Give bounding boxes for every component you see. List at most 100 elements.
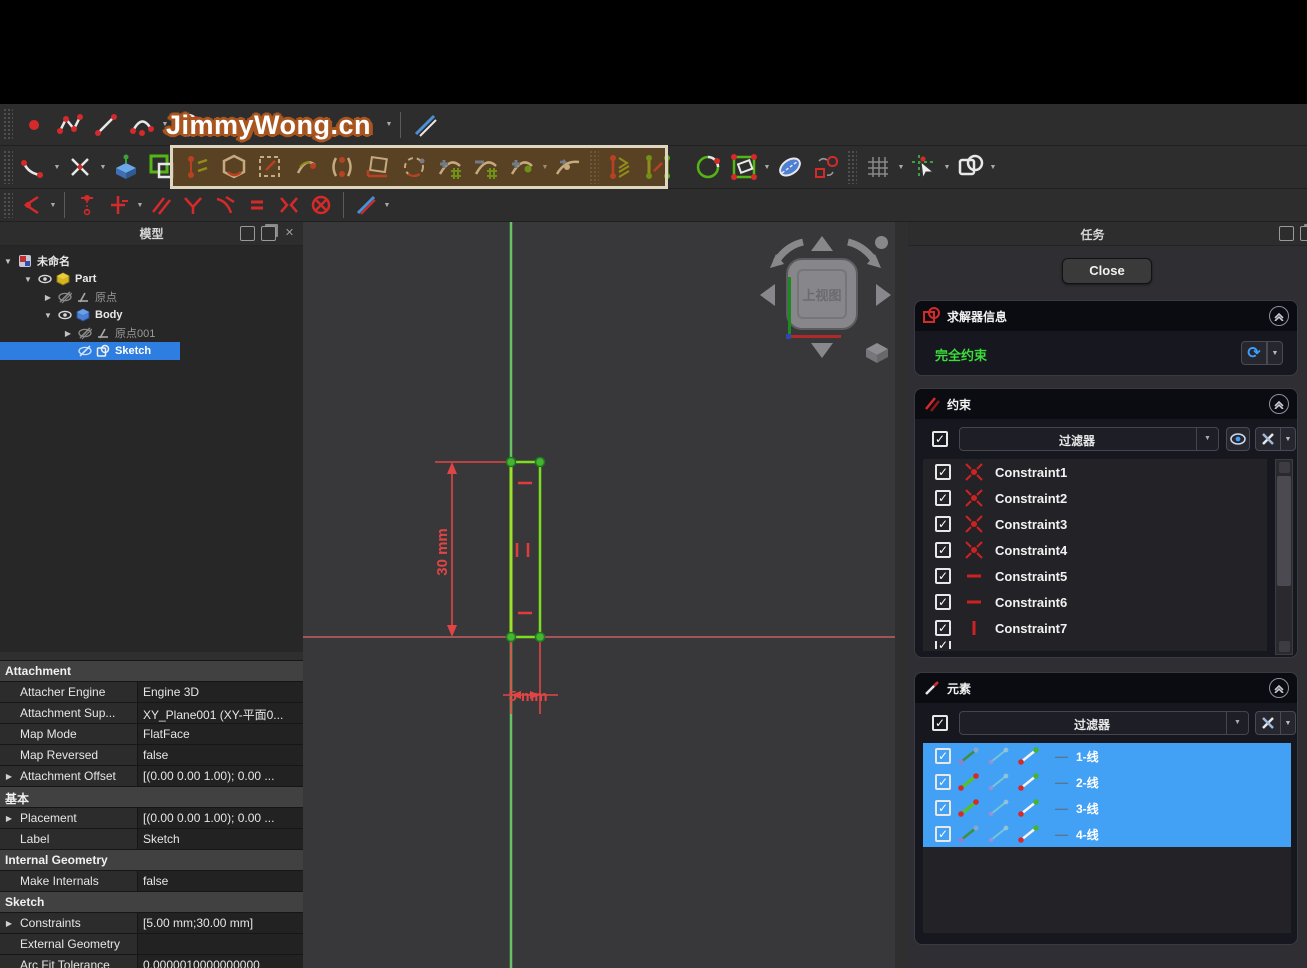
panel-float-icon[interactable] xyxy=(261,226,276,241)
constraints-settings-button[interactable] xyxy=(1255,427,1281,451)
dimension-tool-icon[interactable] xyxy=(410,110,440,140)
tree-item-origin[interactable]: ▶ 原点 xyxy=(0,288,303,306)
vertex-top-right[interactable] xyxy=(536,458,545,467)
hidden-eye-icon[interactable] xyxy=(78,326,92,340)
visible-eye-icon[interactable] xyxy=(38,272,52,286)
constraint-row[interactable]: ✓Constraint6 xyxy=(923,589,1267,615)
constraint-equal-icon[interactable] xyxy=(244,192,270,218)
constraints-section-header[interactable]: 约束 xyxy=(915,389,1297,419)
vertex-bottom-right[interactable] xyxy=(536,633,545,642)
property-value[interactable] xyxy=(138,934,303,954)
property-row[interactable]: Map Reversedfalse xyxy=(0,745,303,766)
scroll-down-button[interactable] xyxy=(1279,641,1290,652)
toolbar-grip[interactable] xyxy=(3,108,13,141)
constraint-parallel-icon[interactable] xyxy=(148,192,174,218)
property-value[interactable]: XY_Plane001 (XY-平面0... xyxy=(138,703,303,723)
property-row[interactable]: Attachment Sup...XY_Plane001 (XY-平面0... xyxy=(0,703,303,724)
grid-toggle-icon[interactable] xyxy=(863,152,893,182)
expander-icon[interactable]: ▼ xyxy=(42,311,54,320)
rotate-cw-arrow[interactable] xyxy=(848,242,875,262)
snap-toggle-icon[interactable] xyxy=(909,152,939,182)
settings-dropdown-arrow[interactable]: ▼ xyxy=(1281,711,1296,735)
expander-icon[interactable]: ▶ xyxy=(0,913,18,933)
property-row[interactable]: ▶Attachment Offset[(0.00 0.00 1.00); 0.0… xyxy=(0,766,303,787)
property-value[interactable]: [(0.00 0.00 1.00); 0.00 ... xyxy=(138,808,303,828)
property-value[interactable]: Engine 3D xyxy=(138,682,303,702)
panel-close-icon[interactable]: ✕ xyxy=(282,226,297,241)
constraint-marks[interactable] xyxy=(517,483,532,613)
dimension-5mm[interactable]: 5 mm xyxy=(503,640,558,714)
bspline-periodic-icon[interactable] xyxy=(399,152,429,182)
iso-cube-icon[interactable] xyxy=(864,341,890,365)
bspline-join-curves-icon[interactable] xyxy=(553,152,583,182)
trim-edge-icon[interactable] xyxy=(65,152,95,182)
constraint-symmetric-icon[interactable] xyxy=(276,192,302,218)
create-line-icon[interactable] xyxy=(91,110,121,140)
constraint-checkbox[interactable]: ✓ xyxy=(935,542,951,558)
solver-section-header[interactable]: 求解器信息 xyxy=(915,301,1297,331)
constraint-tangent-icon[interactable] xyxy=(212,192,238,218)
property-group-basic[interactable]: 基本 xyxy=(0,787,303,808)
constraint-checkbox[interactable]: ✓ xyxy=(935,620,951,636)
create-point-icon[interactable] xyxy=(19,110,49,140)
property-value[interactable]: false xyxy=(138,745,303,765)
bspline-control-box-icon[interactable] xyxy=(255,152,285,182)
constraint-row[interactable]: ✓Constraint4 xyxy=(923,537,1267,563)
property-row[interactable]: ▶Placement[(0.00 0.00 1.00); 0.00 ... xyxy=(0,808,303,829)
tree-item-sketch[interactable]: Sketch xyxy=(0,342,180,360)
bspline-increase-degree-icon[interactable] xyxy=(435,152,465,182)
constraint-row[interactable]: ✓Constraint1 xyxy=(923,459,1267,485)
scroll-up-button[interactable] xyxy=(1279,462,1290,473)
constraint-checkbox[interactable]: ✓ xyxy=(935,568,951,584)
constraint-row[interactable]: ✓Constraint2 xyxy=(923,485,1267,511)
snap-dropdown-arrow[interactable]: ▼ xyxy=(942,152,952,182)
rendering-dropdown-arrow[interactable]: ▼ xyxy=(988,152,998,182)
elements-settings-button[interactable] xyxy=(1255,711,1281,735)
property-value[interactable]: [(0.00 0.00 1.00); 0.00 ... xyxy=(138,766,303,786)
element-checkbox[interactable]: ✓ xyxy=(935,748,951,764)
collapse-chevron-icon[interactable] xyxy=(1269,678,1289,698)
bspline-knot-multiplicity-icon[interactable] xyxy=(327,152,357,182)
property-value[interactable]: FlatFace xyxy=(138,724,303,744)
create-regular-polygon-icon[interactable] xyxy=(729,152,759,182)
polygon-dropdown-arrow[interactable]: ▼ xyxy=(762,152,772,182)
tree-item-part[interactable]: ▼ Part xyxy=(0,270,303,288)
bspline-pole-square-icon[interactable] xyxy=(363,152,393,182)
filter-dropdown-arrow[interactable]: ▼ xyxy=(1196,428,1218,450)
element-row-selected[interactable]: ✓ — 1-线 xyxy=(923,743,1291,769)
constraint-block-icon[interactable] xyxy=(308,192,334,218)
expander-icon[interactable]: ▶ xyxy=(42,293,54,302)
dimension-5mm-label[interactable]: 5 mm xyxy=(508,688,547,705)
panel-float-icon[interactable] xyxy=(1300,226,1307,241)
knot-dropdown-arrow[interactable]: ▼ xyxy=(540,152,550,182)
property-value[interactable]: 0.0000010000000000 xyxy=(138,955,303,968)
panel-dock-icon[interactable] xyxy=(1279,226,1294,241)
collapse-chevron-icon[interactable] xyxy=(1269,306,1289,326)
constraint-row-partial[interactable]: ✓ xyxy=(923,641,1267,649)
grid-dropdown-arrow[interactable]: ▼ xyxy=(896,152,906,182)
nav-arrow-right[interactable] xyxy=(876,284,891,306)
constraint-checkbox[interactable]: ✓ xyxy=(935,464,951,480)
constraint-row[interactable]: ✓Constraint3 xyxy=(923,511,1267,537)
property-group-attachment[interactable]: Attachment xyxy=(0,661,303,682)
nav-arrow-left[interactable] xyxy=(760,284,775,306)
vertical-dropdown-arrow[interactable]: ▼ xyxy=(135,190,145,220)
coincident-dropdown-arrow[interactable]: ▼ xyxy=(48,190,58,220)
elements-section-header[interactable]: 元素 xyxy=(915,673,1297,703)
property-row[interactable]: Make Internalsfalse xyxy=(0,871,303,892)
show-hide-constraints-button[interactable] xyxy=(1226,427,1250,451)
constraints-scrollbar[interactable] xyxy=(1275,459,1293,655)
fillet-icon[interactable] xyxy=(19,152,49,182)
3d-viewport[interactable]: 30 mm 5 mm xyxy=(303,222,895,968)
expander-icon[interactable]: ▶ xyxy=(0,808,18,828)
bspline-decrease-degree-icon[interactable] xyxy=(471,152,501,182)
constraints-filter-combobox[interactable]: 过滤器 ▼ xyxy=(959,427,1219,451)
bspline-polygon-icon[interactable] xyxy=(219,152,249,182)
circle-dropdown-arrow[interactable]: ▼ xyxy=(384,110,394,140)
toggle-construction-icon[interactable] xyxy=(147,152,177,182)
property-row[interactable]: Arc Fit Tolerance0.0000010000000000 xyxy=(0,955,303,968)
create-arc-icon[interactable] xyxy=(127,110,157,140)
nav-arrow-up[interactable] xyxy=(811,236,833,251)
scrollbar-thumb[interactable] xyxy=(1277,476,1291,586)
element-checkbox[interactable]: ✓ xyxy=(935,774,951,790)
